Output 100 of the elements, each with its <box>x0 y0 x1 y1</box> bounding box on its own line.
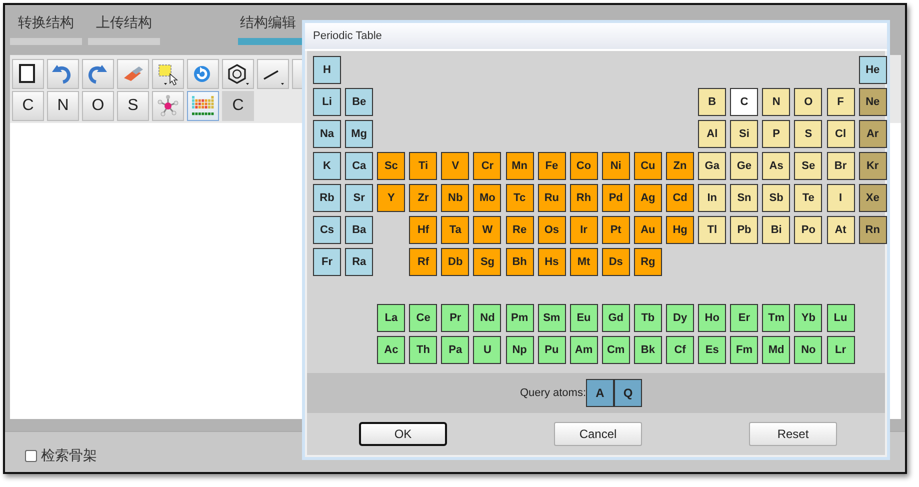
element-button[interactable]: Zr <box>409 184 438 212</box>
element-button[interactable]: Na <box>313 120 341 148</box>
element-button[interactable]: Er <box>730 304 758 332</box>
element-button[interactable]: Cr <box>473 152 502 180</box>
element-button[interactable]: Cl <box>826 120 854 148</box>
element-button[interactable]: Lu <box>826 304 854 332</box>
element-button[interactable]: Os <box>538 216 566 244</box>
element-button[interactable]: Sg <box>473 248 502 276</box>
element-button[interactable]: At <box>826 216 854 244</box>
element-button[interactable]: Sn <box>730 184 758 212</box>
element-button[interactable]: Kr <box>858 152 887 180</box>
element-button[interactable]: Nb <box>441 184 470 212</box>
element-button[interactable]: Rn <box>858 216 887 244</box>
element-button[interactable]: Ac <box>377 336 406 364</box>
element-button[interactable]: Lr <box>826 336 854 364</box>
element-button[interactable]: Es <box>698 336 726 364</box>
element-button[interactable]: In <box>698 184 726 212</box>
element-button[interactable]: Br <box>826 152 854 180</box>
element-button[interactable]: Au <box>634 216 662 244</box>
element-button[interactable]: P <box>762 120 790 148</box>
element-button[interactable]: Si <box>730 120 758 148</box>
element-button[interactable]: No <box>794 336 822 364</box>
element-button[interactable]: Ra <box>345 248 374 276</box>
element-button[interactable]: Ho <box>698 304 726 332</box>
tool-button[interactable] <box>152 59 184 89</box>
tool-button[interactable] <box>222 59 254 89</box>
element-button[interactable]: K <box>313 152 341 180</box>
element-button[interactable]: Ne <box>858 88 887 116</box>
query-atom-button[interactable]: A <box>586 379 614 407</box>
dialog-button[interactable]: Cancel <box>554 422 642 446</box>
element-button[interactable]: F <box>826 88 854 116</box>
element-button[interactable]: Y <box>377 184 406 212</box>
atom-button[interactable]: S <box>117 91 149 121</box>
element-button[interactable]: Db <box>441 248 470 276</box>
element-button[interactable]: O <box>794 88 822 116</box>
element-button[interactable]: Pu <box>538 336 566 364</box>
element-button[interactable]: Mg <box>345 120 374 148</box>
element-button[interactable]: Gd <box>602 304 630 332</box>
element-button[interactable]: Tc <box>506 184 534 212</box>
element-button[interactable]: B <box>698 88 726 116</box>
element-button[interactable]: La <box>377 304 406 332</box>
tool-button[interactable] <box>257 59 289 89</box>
checkbox-label[interactable]: 检索骨架 <box>41 447 97 465</box>
element-button[interactable]: Re <box>506 216 534 244</box>
element-button[interactable]: Pr <box>441 304 470 332</box>
element-button[interactable]: Dy <box>666 304 694 332</box>
element-button[interactable]: Np <box>506 336 534 364</box>
element-button[interactable]: Cs <box>313 216 341 244</box>
element-button[interactable]: Ge <box>730 152 758 180</box>
element-button[interactable]: V <box>441 152 470 180</box>
element-button[interactable]: Am <box>570 336 598 364</box>
tab[interactable]: 上传结构 <box>88 5 160 45</box>
element-button[interactable]: Mn <box>506 152 534 180</box>
element-button[interactable]: Sc <box>377 152 406 180</box>
element-button[interactable]: Ca <box>345 152 374 180</box>
element-button[interactable]: Sr <box>345 184 374 212</box>
tab[interactable]: 转换结构 <box>10 5 82 45</box>
element-button[interactable]: Rb <box>313 184 341 212</box>
element-button[interactable]: Rg <box>634 248 662 276</box>
element-button[interactable]: Sm <box>538 304 566 332</box>
atom-button[interactable]: O <box>82 91 114 121</box>
element-button[interactable]: Xe <box>858 184 887 212</box>
element-button[interactable]: Cm <box>602 336 630 364</box>
element-button[interactable]: Ar <box>858 120 887 148</box>
element-button[interactable]: Se <box>794 152 822 180</box>
element-button[interactable]: Ti <box>409 152 438 180</box>
element-button[interactable]: Md <box>762 336 790 364</box>
element-button[interactable]: Al <box>698 120 726 148</box>
dialog-button[interactable]: OK <box>359 422 447 446</box>
tool-button[interactable] <box>12 59 44 89</box>
element-button[interactable]: Ce <box>409 304 438 332</box>
element-button[interactable]: Pm <box>506 304 534 332</box>
element-button[interactable]: Bi <box>762 216 790 244</box>
element-button[interactable]: Cd <box>666 184 694 212</box>
element-button[interactable]: As <box>762 152 790 180</box>
element-button[interactable]: Hg <box>666 216 694 244</box>
element-button[interactable]: Hs <box>538 248 566 276</box>
dialog-button[interactable]: Reset <box>749 422 837 446</box>
checkbox[interactable] <box>25 450 37 462</box>
element-button[interactable]: U <box>473 336 502 364</box>
element-button[interactable]: Ni <box>602 152 630 180</box>
query-atom-button[interactable]: Q <box>614 379 642 407</box>
element-button[interactable]: Ba <box>345 216 374 244</box>
element-button[interactable]: Ds <box>602 248 630 276</box>
element-button[interactable]: Cu <box>634 152 662 180</box>
element-button[interactable]: Bk <box>634 336 662 364</box>
element-button[interactable]: Te <box>794 184 822 212</box>
element-button[interactable]: Pb <box>730 216 758 244</box>
element-button[interactable]: S <box>794 120 822 148</box>
element-button[interactable]: Sb <box>762 184 790 212</box>
element-button[interactable]: C <box>730 88 758 116</box>
element-button[interactable]: Fe <box>538 152 566 180</box>
element-button[interactable]: Be <box>345 88 374 116</box>
atom-button[interactable]: C <box>222 91 254 121</box>
element-button[interactable]: Pt <box>602 216 630 244</box>
element-button[interactable]: Mt <box>570 248 598 276</box>
element-button[interactable]: I <box>826 184 854 212</box>
element-button[interactable]: Eu <box>570 304 598 332</box>
element-button[interactable]: Fr <box>313 248 341 276</box>
element-button[interactable]: Tb <box>634 304 662 332</box>
